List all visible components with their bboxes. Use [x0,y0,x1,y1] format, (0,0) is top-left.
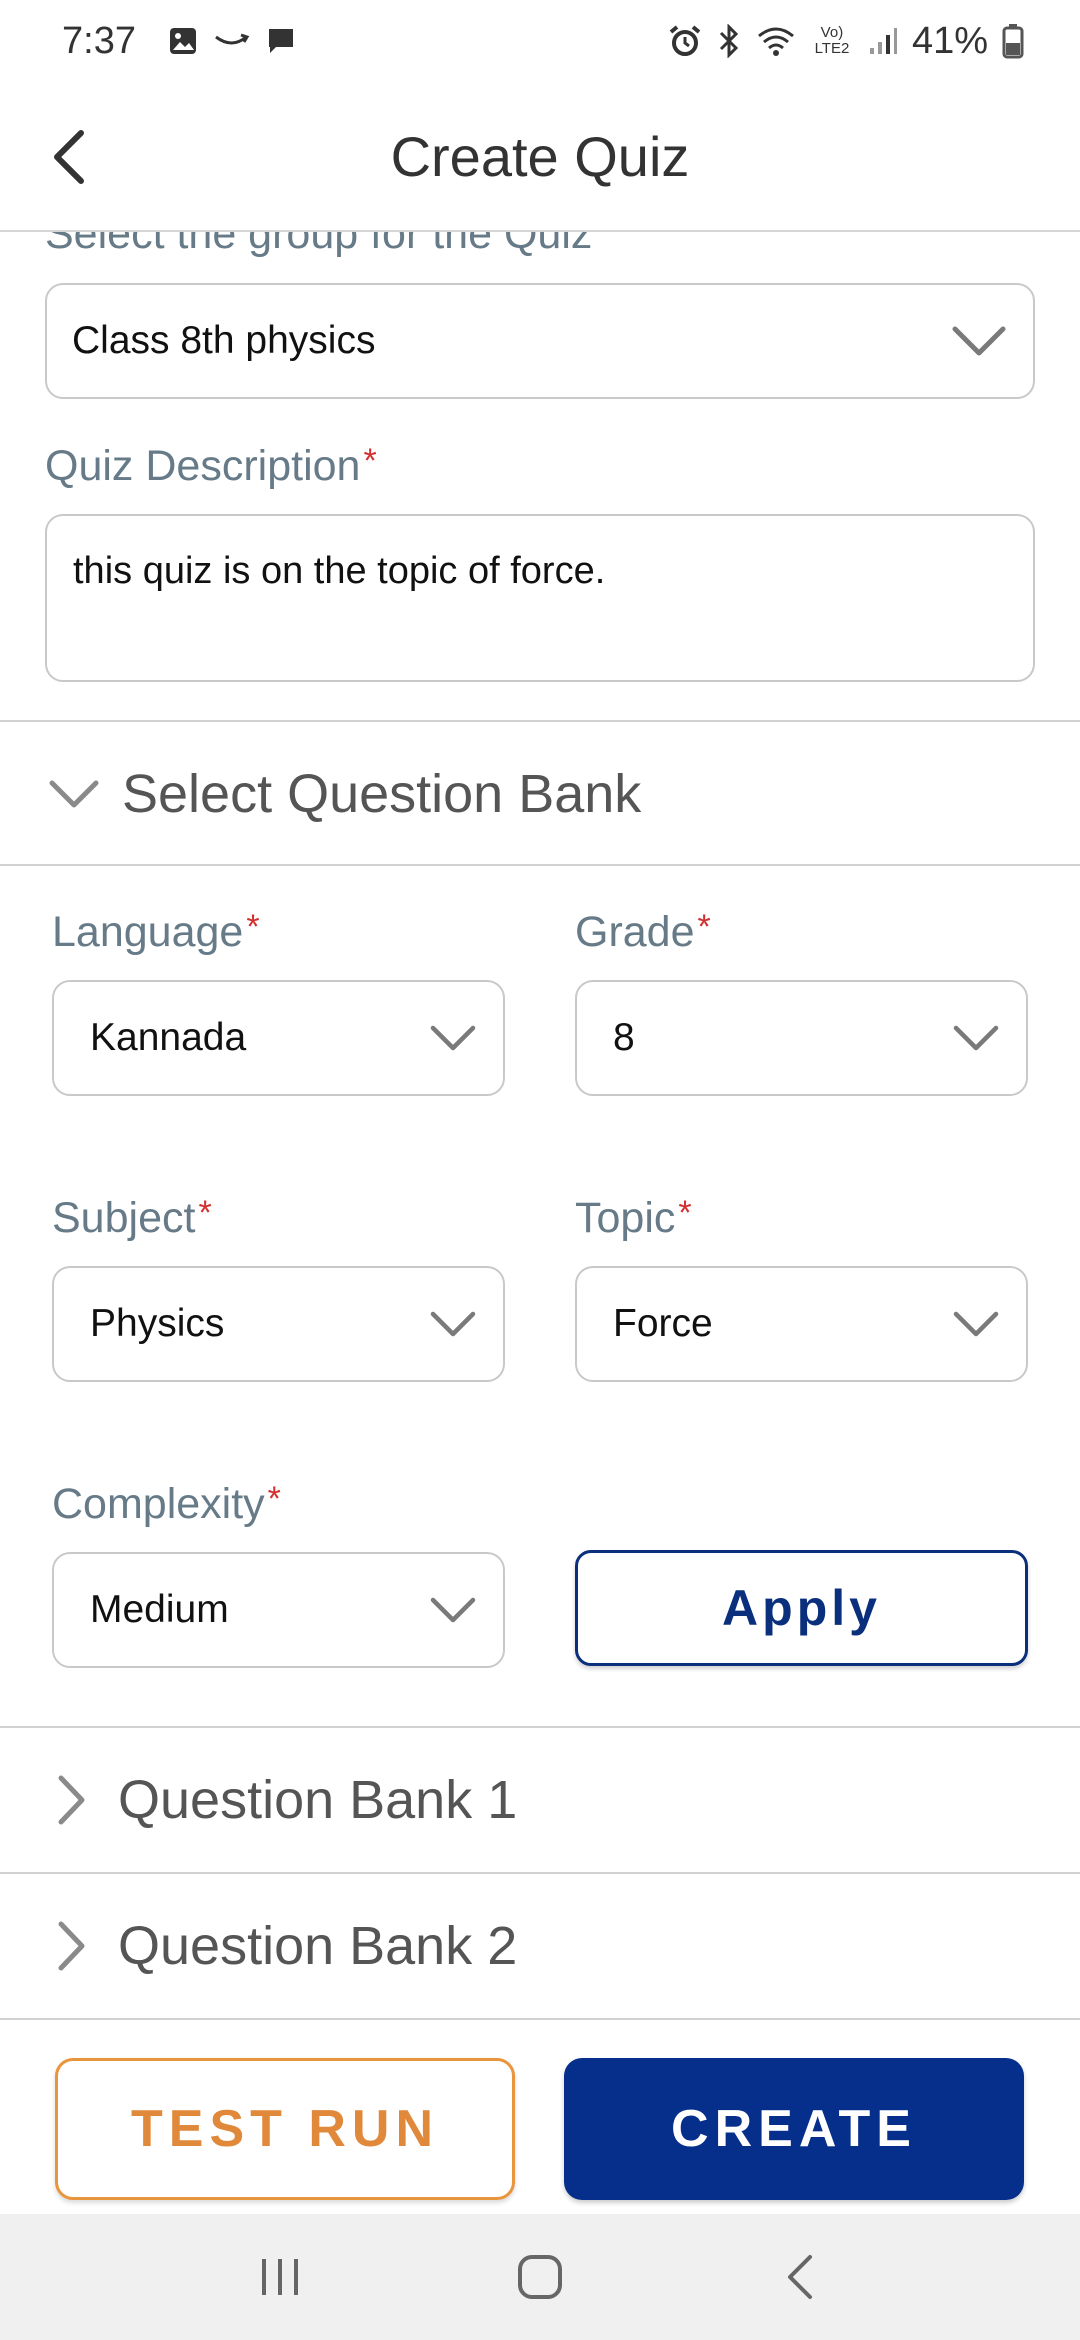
divider [0,720,1080,722]
image-icon [168,26,198,56]
recent-apps-button[interactable] [230,2227,330,2327]
back-icon [788,2255,812,2299]
quiz-description-textarea[interactable]: this quiz is on the topic of force. [45,514,1035,682]
status-bar: 7:37 Vo) LTE2 41% [0,0,1080,82]
back-button[interactable] [34,122,104,192]
recent-apps-icon [262,2259,298,2295]
complexity-select[interactable]: Medium [52,1552,505,1668]
topic-select[interactable]: Force [575,1266,1028,1382]
language-label-text: Language [52,908,244,956]
create-button[interactable]: CREATE [564,2058,1024,2200]
topic-field-label: Topic* [575,1194,692,1243]
question-bank-2-row[interactable]: Question Bank 2 [0,1874,1080,2014]
divider [0,2018,1080,2020]
description-field-label-text: Quiz Description [45,442,361,490]
select-question-bank-toggle[interactable]: Select Question Bank [0,724,1080,864]
topic-label-text: Topic [575,1194,676,1242]
subject-select-value: Physics [90,1302,225,1345]
required-marker: * [595,232,608,248]
chevron-down-icon [429,1024,477,1052]
complexity-select-value: Medium [90,1588,229,1631]
quiz-description-value: this quiz is on the topic of force. [73,550,606,592]
required-marker: * [246,908,260,946]
test-run-button[interactable]: TEST RUN [55,2058,515,2200]
chevron-down-icon [429,1310,477,1338]
chevron-down-icon [48,778,100,810]
language-field-label: Language* [52,908,260,957]
group-select[interactable]: Class 8th physics [45,283,1035,399]
required-marker: * [678,1194,692,1232]
complexity-label-text: Complexity [52,1480,265,1528]
create-quiz-form[interactable]: Select the group for the Quiz* Class 8th… [0,232,1080,2014]
chevron-down-icon [951,325,1007,357]
wifi-icon [756,24,796,58]
chevron-right-icon [56,1920,86,1972]
network-type-label: Vo) LTE2 [814,24,850,57]
status-left: 7:37 [62,20,296,63]
battery-icon [1002,23,1024,59]
system-nav-bar [0,2214,1080,2340]
question-bank-1-label: Question Bank 1 [118,1770,518,1830]
description-field-label: Quiz Description* [45,442,377,491]
amazon-smile-icon [214,31,250,51]
status-time: 7:37 [62,19,136,62]
system-back-button[interactable] [750,2227,850,2327]
app-header: Create Quiz [0,82,1080,232]
status-notification-icons [168,26,296,56]
alarm-icon [668,24,702,58]
bluetooth-icon [716,24,742,58]
group-field-label: Select the group for the Quiz* [45,232,609,259]
grade-select[interactable]: 8 [575,980,1028,1096]
required-marker: * [363,442,377,480]
question-bank-2-label: Question Bank 2 [118,1916,518,1976]
divider [0,864,1080,866]
chevron-down-icon [429,1596,477,1624]
status-right: Vo) LTE2 41% [668,20,1024,63]
language-select-value: Kannada [90,1016,247,1059]
chevron-down-icon [952,1024,1000,1052]
select-question-bank-title: Select Question Bank [122,764,642,824]
grade-select-value: 8 [613,1016,635,1059]
battery-percent: 41% [911,19,988,62]
chevron-down-icon [952,1310,1000,1338]
subject-label-text: Subject [52,1194,196,1242]
subject-field-label: Subject* [52,1194,212,1243]
chevron-right-icon [56,1774,86,1826]
complexity-field-label: Complexity* [52,1480,281,1529]
topic-select-value: Force [613,1302,713,1345]
required-marker: * [697,908,711,946]
message-icon [266,26,296,56]
bottom-action-bar: TEST RUN CREATE [0,2014,1080,2214]
apply-button[interactable]: Apply [575,1550,1028,1666]
question-bank-1-row[interactable]: Question Bank 1 [0,1728,1080,1872]
back-arrow-icon [54,130,84,184]
language-select[interactable]: Kannada [52,980,505,1096]
grade-field-label: Grade* [575,908,711,957]
subject-select[interactable]: Physics [52,1266,505,1382]
group-field-label-text: Select the group for the Quiz [45,232,593,258]
grade-label-text: Grade [575,908,695,956]
group-select-value: Class 8th physics [72,319,376,362]
home-button[interactable] [490,2227,590,2327]
home-icon [518,2255,562,2299]
required-marker: * [267,1480,281,1518]
signal-icon [868,26,898,56]
page-title: Create Quiz [390,124,690,188]
required-marker: * [198,1194,212,1232]
